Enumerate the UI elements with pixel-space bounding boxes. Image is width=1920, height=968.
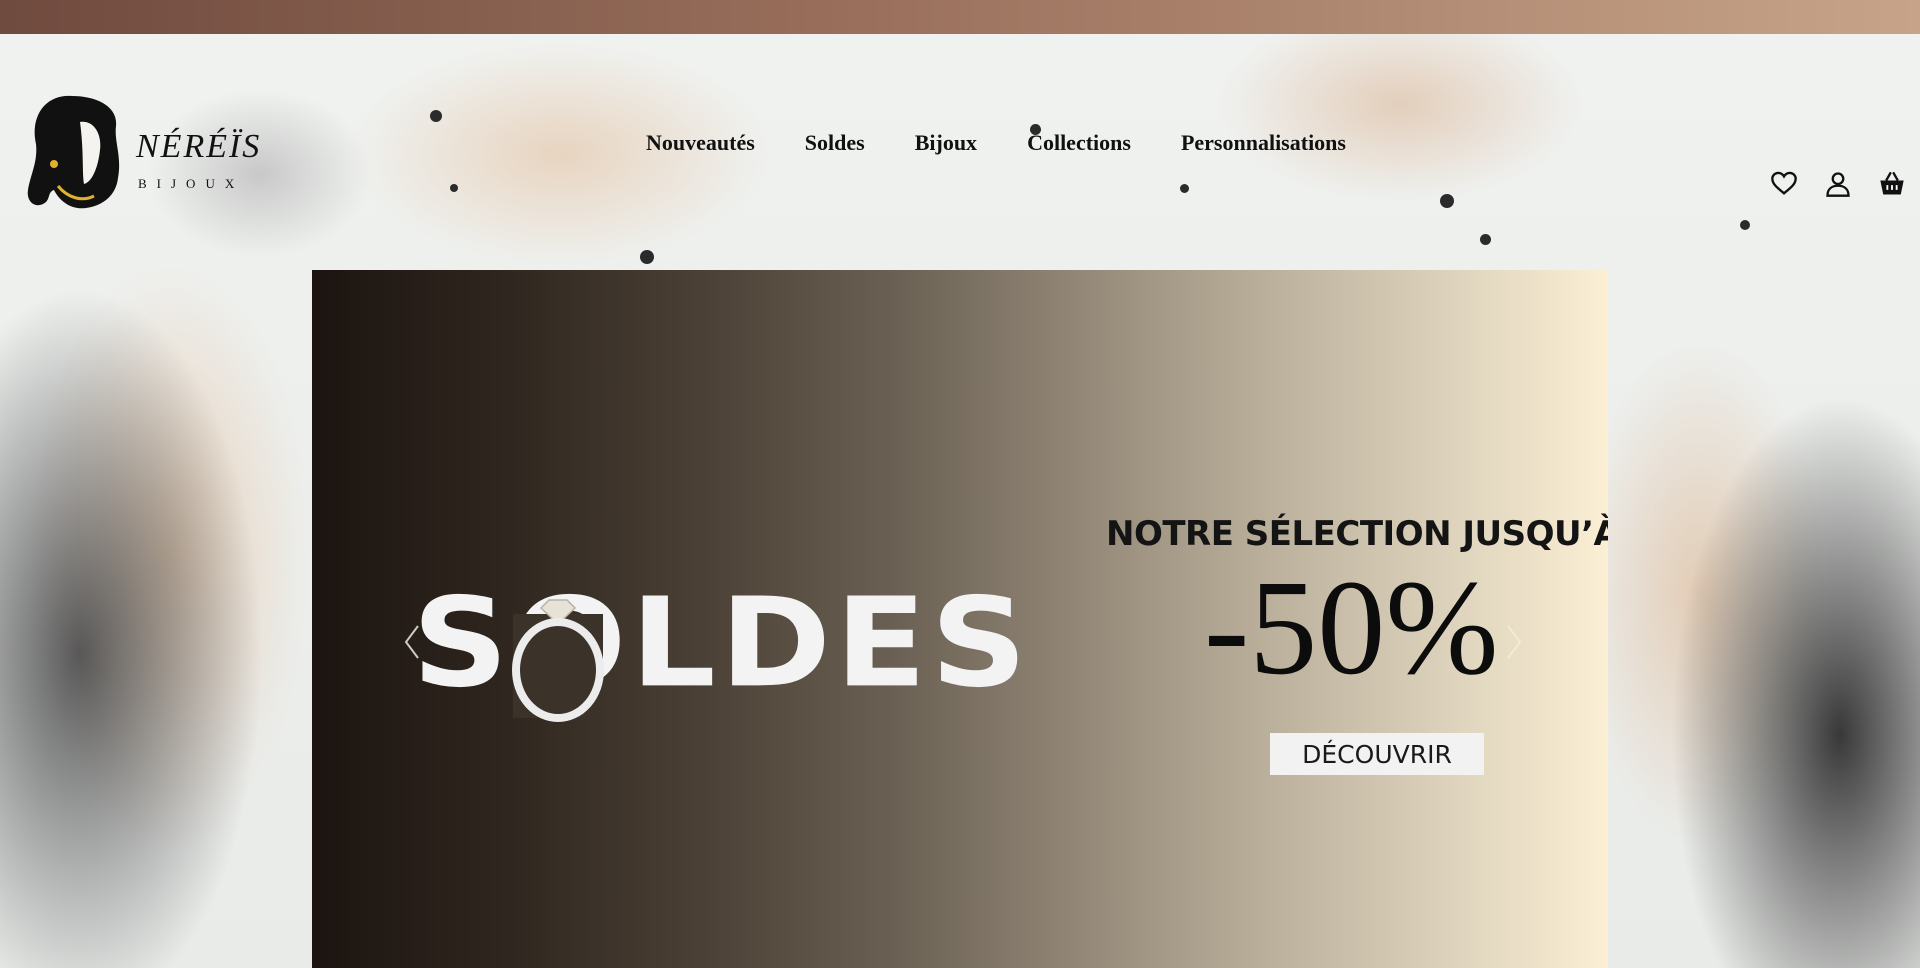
basket-icon[interactable] xyxy=(1878,170,1906,198)
nav-item-soldes[interactable]: Soldes xyxy=(805,130,865,156)
speck xyxy=(640,250,654,264)
logo-text: NÉRÉÏS xyxy=(136,128,262,165)
user-icon[interactable] xyxy=(1824,170,1852,198)
carousel-prev-icon[interactable] xyxy=(400,622,424,662)
ring-icon xyxy=(512,599,604,722)
nav-item-bijoux[interactable]: Bijoux xyxy=(915,130,977,156)
banner-discount: -50% xyxy=(1204,553,1499,703)
woman-silhouette-icon xyxy=(27,95,120,209)
hero-banner: SOLDES NOTRE SÉLECTION JUSQU’À -50% DÉCO… xyxy=(312,270,1608,968)
banner-title: SOLDES xyxy=(412,571,1032,715)
nav-item-collections[interactable]: Collections xyxy=(1027,130,1131,156)
logo[interactable]: NÉRÉÏS BIJOUX xyxy=(24,92,259,220)
header-icons xyxy=(1770,170,1906,198)
discover-button[interactable]: DÉCOUVRIR xyxy=(1270,733,1484,775)
carousel-next-icon[interactable] xyxy=(1502,622,1526,662)
speck xyxy=(1480,234,1491,245)
nav-item-personnalisations[interactable]: Personnalisations xyxy=(1181,130,1346,156)
nav-item-nouveautes[interactable]: Nouveautés xyxy=(646,130,755,156)
banner-headline: NOTRE SÉLECTION JUSQU’À xyxy=(1106,514,1608,554)
top-bar xyxy=(0,0,1920,34)
site-header: NÉRÉÏS BIJOUX Nouveautés Soldes Bijoux C… xyxy=(0,34,1920,234)
heart-icon[interactable] xyxy=(1770,170,1798,198)
main-nav: Nouveautés Soldes Bijoux Collections Per… xyxy=(646,130,1396,156)
logo-subtext: BIJOUX xyxy=(138,176,245,191)
